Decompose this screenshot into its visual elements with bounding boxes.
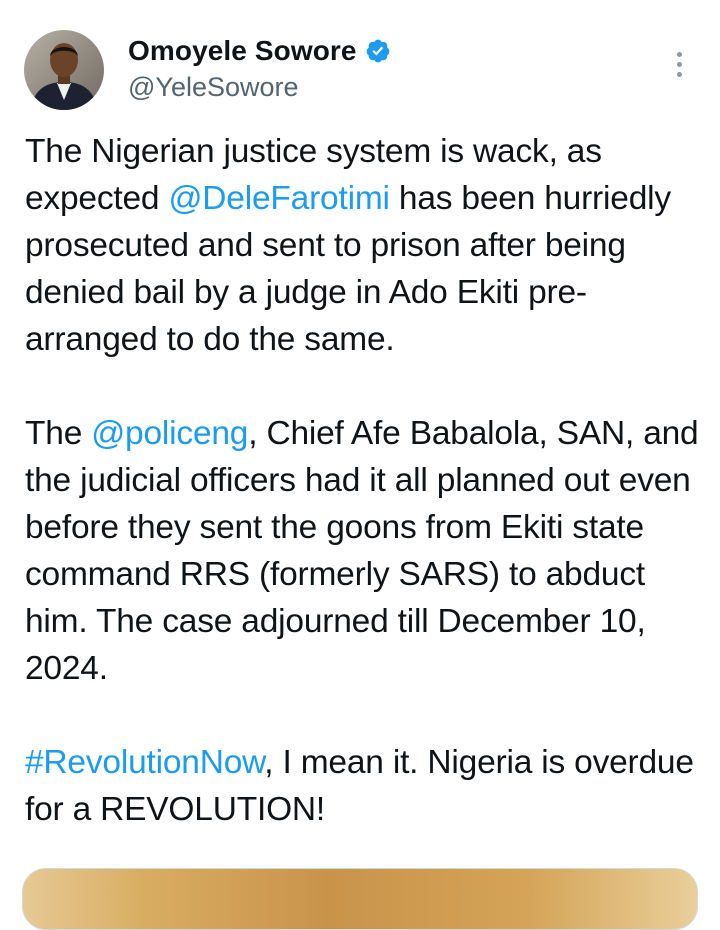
- tweet-paragraph-1: The Nigerian justice system is wack, as …: [25, 128, 705, 363]
- hashtag-link[interactable]: #RevolutionNow: [25, 744, 264, 781]
- mention-link[interactable]: @DeleFarotimi: [168, 180, 389, 217]
- tweet-paragraph-2: The @policeng, Chief Afe Babalola, SAN, …: [25, 410, 705, 692]
- text-segment: , Chief Afe Babalola, SAN, and the judic…: [25, 415, 699, 687]
- tweet-card: Omoyele Sowore @YeleSowore The Nigerian …: [0, 0, 720, 930]
- mention-link[interactable]: @policeng: [91, 415, 248, 452]
- more-options-icon-dot: [676, 71, 682, 77]
- more-options-button[interactable]: [664, 46, 694, 82]
- text-segment: The: [25, 415, 92, 452]
- tweet-text: The Nigerian justice system is wack, as …: [25, 128, 705, 833]
- more-options-icon: [676, 51, 682, 57]
- more-options-icon-dot: [676, 61, 682, 67]
- avatar[interactable]: [24, 30, 104, 110]
- author-display-name[interactable]: Omoyele Sowore: [128, 34, 357, 68]
- verified-badge-icon: [366, 39, 389, 63]
- tweet-paragraph-3: #RevolutionNow, I mean it. Nigeria is ov…: [25, 739, 705, 833]
- author-name-row: Omoyele Sowore: [128, 34, 391, 68]
- media-preview[interactable]: [22, 868, 698, 930]
- author-handle[interactable]: @YeleSowore: [128, 70, 299, 104]
